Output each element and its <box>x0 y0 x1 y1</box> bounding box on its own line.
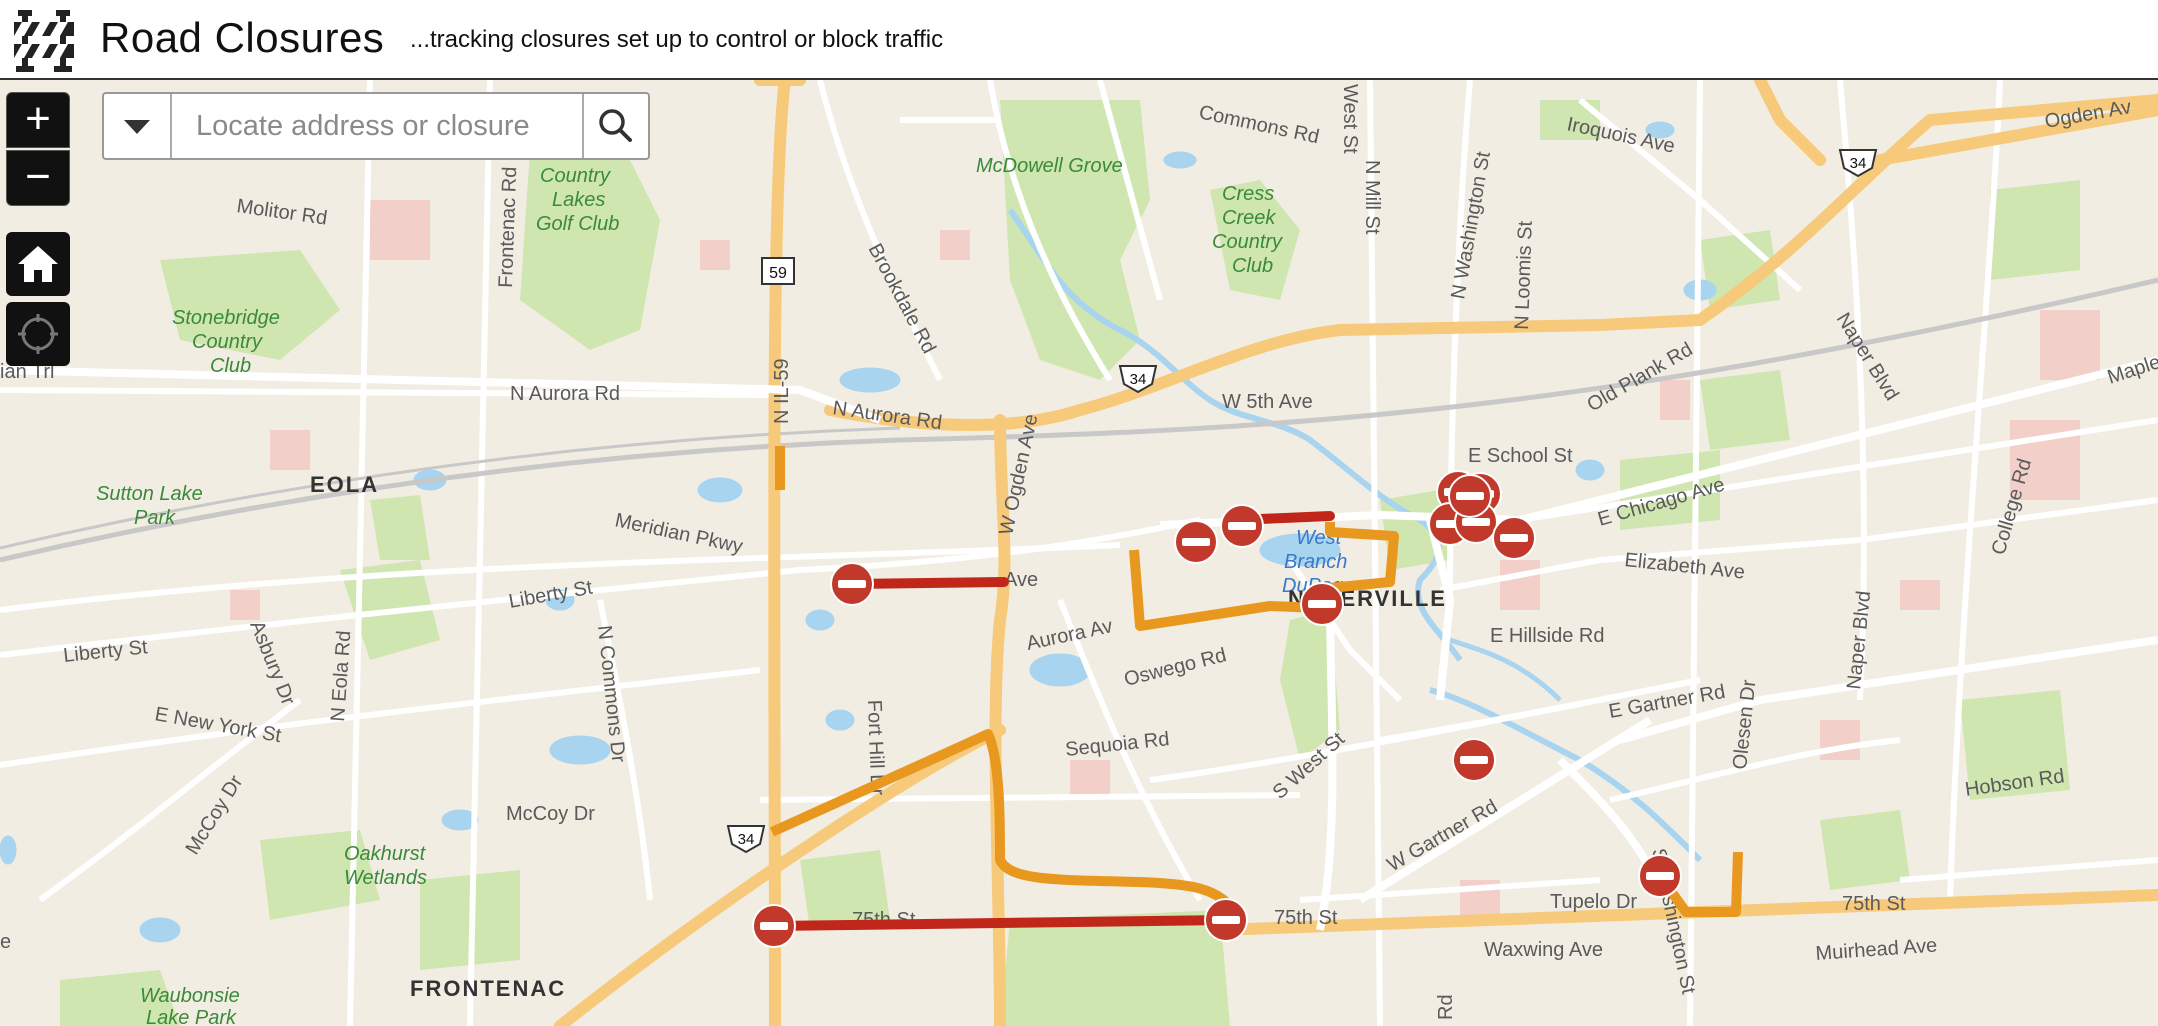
search-icon <box>599 109 632 142</box>
svg-text:W 5th Ave: W 5th Ave <box>1222 391 1313 413</box>
svg-text:59: 59 <box>769 265 787 282</box>
svg-text:Club: Club <box>210 355 251 377</box>
closure-marker-75th-east[interactable] <box>1204 898 1248 942</box>
svg-text:Stonebridge: Stonebridge <box>172 307 280 329</box>
svg-text:Rd: Rd <box>1435 994 1457 1020</box>
svg-text:Wetlands: Wetlands <box>344 867 427 889</box>
closure-marker-jefferson[interactable] <box>830 562 874 606</box>
app-title: Road Closures <box>100 14 385 61</box>
zoom-in-button[interactable]: + <box>6 92 70 148</box>
closure-marker-hillside[interactable] <box>1452 738 1496 782</box>
svg-text:75th St: 75th St <box>1274 907 1338 929</box>
svg-text:Commons Rd: Commons Rd <box>1197 101 1321 148</box>
svg-text:Ave: Ave <box>1004 569 1038 591</box>
svg-text:Creek: Creek <box>1222 207 1276 229</box>
svg-text:Waubonsie: Waubonsie <box>140 985 240 1007</box>
svg-text:Branch: Branch <box>1284 551 1347 573</box>
locate-button[interactable] <box>6 302 70 366</box>
home-icon <box>18 246 58 282</box>
svg-text:W Gartner Rd: W Gartner Rd <box>1384 796 1502 877</box>
svg-text:Sequoia Rd: Sequoia Rd <box>1064 728 1170 761</box>
svg-text:Park: Park <box>134 507 176 529</box>
basemap: 59 34 34 34 Commons Rd McDowell Grove Cr… <box>0 80 2158 1026</box>
svg-text:Liberty St: Liberty St <box>62 636 149 667</box>
svg-text:Country: Country <box>192 331 263 353</box>
search-widget <box>102 92 650 160</box>
svg-text:Naper Blvd: Naper Blvd <box>1843 590 1875 691</box>
svg-text:N Mill St: N Mill St <box>1361 160 1383 235</box>
svg-text:Maple: Maple <box>2105 351 2158 389</box>
svg-text:75th St: 75th St <box>1842 893 1906 915</box>
svg-text:Molitor Rd: Molitor Rd <box>235 195 328 229</box>
svg-text:34: 34 <box>1130 371 1147 388</box>
svg-text:N Washington St: N Washington St <box>1447 150 1495 301</box>
svg-text:Olesen Dr: Olesen Dr <box>1729 678 1760 770</box>
svg-text:Frontenac Rd: Frontenac Rd <box>495 166 521 288</box>
svg-text:FRONTENAC: FRONTENAC <box>410 976 566 1001</box>
svg-text:Oswego Rd: Oswego Rd <box>1122 644 1229 691</box>
svg-text:N IL-59: N IL-59 <box>771 358 793 424</box>
svg-text:N Eola Rd: N Eola Rd <box>327 630 355 722</box>
svg-text:West St: West St <box>1339 84 1361 154</box>
svg-text:N Aurora Rd: N Aurora Rd <box>510 383 620 405</box>
svg-text:Meridian Pkwy: Meridian Pkwy <box>613 509 745 558</box>
search-source-dropdown[interactable] <box>104 94 172 158</box>
closure-marker-washington-s[interactable] <box>1638 854 1682 898</box>
svg-text:Lake Park: Lake Park <box>146 1007 237 1026</box>
svg-text:Iroquois Ave: Iroquois Ave <box>1565 113 1677 157</box>
svg-text:Oakhurst: Oakhurst <box>344 843 427 865</box>
svg-text:McDowell Grove: McDowell Grove <box>976 155 1123 177</box>
home-button[interactable] <box>6 232 70 296</box>
svg-text:Golf Club: Golf Club <box>536 213 619 235</box>
svg-text:Sutton Lake: Sutton Lake <box>96 483 203 505</box>
app-header: Road Closures ...tracking closures set u… <box>0 0 2158 80</box>
svg-text:Brookdale Rd: Brookdale Rd <box>864 240 940 357</box>
svg-text:Cress: Cress <box>1222 183 1274 205</box>
svg-text:N Loomis St: N Loomis St <box>1511 220 1537 330</box>
closure-marker-aurora[interactable] <box>1300 582 1344 626</box>
svg-text:Country: Country <box>540 165 611 187</box>
svg-text:E School St: E School St <box>1468 445 1573 467</box>
search-button[interactable] <box>582 94 648 158</box>
svg-text:McCoy Dr: McCoy Dr <box>506 803 595 825</box>
svg-text:Naper Blvd: Naper Blvd <box>1832 309 1903 405</box>
svg-text:Asbury Dr: Asbury Dr <box>245 618 299 709</box>
svg-text:34: 34 <box>738 831 755 848</box>
svg-text:Muirhead Ave: Muirhead Ave <box>1815 935 1938 965</box>
svg-text:E Hillside Rd: E Hillside Rd <box>1490 625 1604 647</box>
svg-text:e: e <box>0 931 11 953</box>
closure-marker-downtown-6[interactable] <box>1492 516 1536 560</box>
svg-text:Country: Country <box>1212 231 1283 253</box>
svg-text:EOLA: EOLA <box>310 472 379 497</box>
road-barrier-icon <box>14 10 74 72</box>
locate-icon <box>18 314 58 354</box>
closure-marker-75th-west[interactable] <box>752 904 796 948</box>
svg-text:Tupelo Dr: Tupelo Dr <box>1550 891 1637 913</box>
closure-marker-5th-west[interactable] <box>1174 520 1218 564</box>
svg-text:Lakes: Lakes <box>552 189 605 211</box>
search-input[interactable] <box>172 94 582 158</box>
svg-text:Waxwing Ave: Waxwing Ave <box>1484 939 1603 961</box>
closure-marker-5th-east[interactable] <box>1220 504 1264 548</box>
closure-marker-downtown-5[interactable] <box>1448 474 1492 518</box>
svg-text:Club: Club <box>1232 255 1273 277</box>
chevron-down-icon <box>124 120 150 134</box>
map-canvas[interactable]: 59 34 34 34 Commons Rd McDowell Grove Cr… <box>0 80 2158 1026</box>
zoom-out-button[interactable]: − <box>6 150 70 206</box>
svg-text:34: 34 <box>1850 155 1867 172</box>
app-subtitle: ...tracking closures set up to control o… <box>410 26 944 53</box>
svg-text:College Rd: College Rd <box>1988 456 2036 557</box>
major-roads <box>554 80 2158 1026</box>
